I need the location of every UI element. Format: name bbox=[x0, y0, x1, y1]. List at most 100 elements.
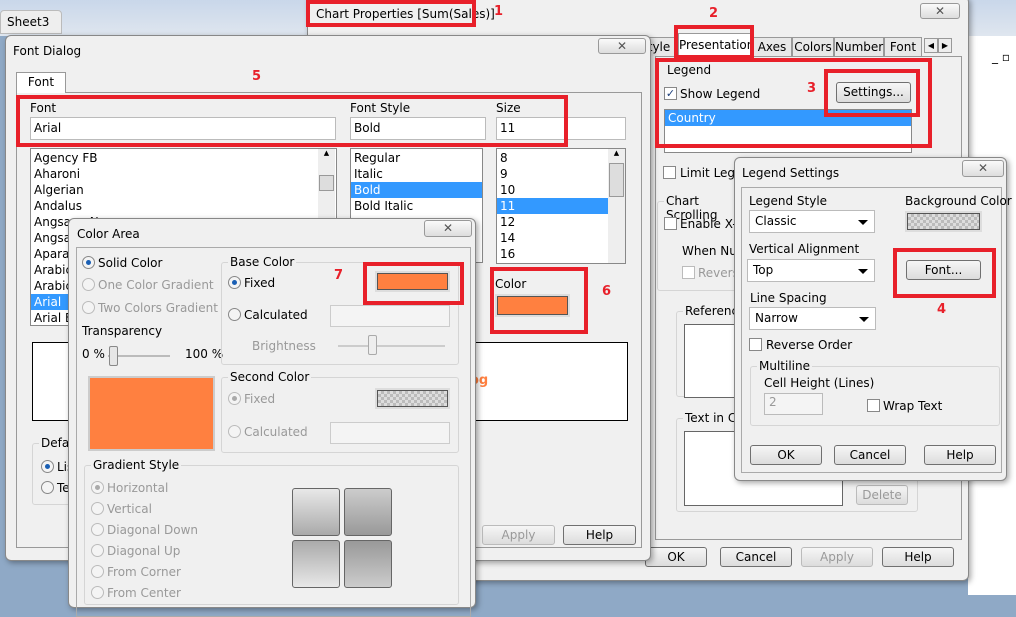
gradient-radio[interactable] bbox=[91, 481, 104, 494]
gradient-variant-swatch[interactable] bbox=[292, 540, 340, 588]
background-color-swatch[interactable] bbox=[907, 213, 980, 230]
gradient-radio[interactable] bbox=[91, 586, 104, 599]
help-button[interactable]: Help bbox=[563, 525, 636, 545]
font-size-item[interactable]: 16 bbox=[497, 246, 625, 262]
annotation-box-7 bbox=[363, 262, 464, 305]
size-list-scrollbar[interactable]: ▲ bbox=[608, 149, 625, 263]
font-list-item[interactable]: Agency FB bbox=[31, 150, 336, 166]
close-button[interactable]: ✕ bbox=[962, 160, 1004, 177]
reference-list[interactable] bbox=[684, 324, 736, 398]
limit-legend-checkbox[interactable] bbox=[663, 166, 676, 179]
font-size-item[interactable]: 12 bbox=[497, 214, 625, 230]
font-size-list[interactable]: 8 9 10 11 12 14 16 bbox=[496, 148, 626, 264]
font-size-item[interactable]: 9 bbox=[497, 166, 625, 182]
solid-color-label: Solid Color bbox=[98, 256, 163, 270]
color-preview bbox=[88, 376, 215, 451]
annotation-number: 2 bbox=[709, 6, 719, 21]
ok-button[interactable]: OK bbox=[750, 445, 822, 465]
base-fixed-radio[interactable] bbox=[228, 276, 241, 289]
gradient-radio[interactable] bbox=[91, 523, 104, 536]
ok-button[interactable]: OK bbox=[645, 547, 707, 567]
base-calculated-radio[interactable] bbox=[228, 308, 241, 321]
second-calculated-radio[interactable] bbox=[228, 425, 241, 438]
font-list-item[interactable]: Andalus bbox=[31, 198, 336, 214]
font-style-item[interactable]: Regular bbox=[351, 150, 482, 166]
brightness-slider-thumb[interactable] bbox=[368, 335, 377, 355]
annotation-number: 4 bbox=[937, 302, 947, 317]
wrap-text-checkbox[interactable] bbox=[867, 399, 880, 412]
solid-color-radio[interactable] bbox=[82, 256, 95, 269]
enable-x-axis-checkbox[interactable] bbox=[664, 217, 677, 230]
cancel-button[interactable]: Cancel bbox=[720, 547, 792, 567]
reverse-order-checkbox[interactable] bbox=[749, 338, 762, 351]
base-calculated-input[interactable] bbox=[330, 305, 450, 327]
legend-settings-title: Legend Settings bbox=[742, 166, 840, 180]
gradient-variant-swatch[interactable] bbox=[292, 488, 340, 536]
tab-scroll-right-icon[interactable]: ▶ bbox=[938, 38, 952, 53]
font-size-item[interactable]: 10 bbox=[497, 182, 625, 198]
one-color-gradient-radio[interactable] bbox=[82, 278, 95, 291]
help-button[interactable]: Help bbox=[882, 547, 954, 567]
font-style-item[interactable]: Bold Italic bbox=[351, 198, 482, 214]
annotation-box-6 bbox=[490, 267, 588, 334]
tab-axes[interactable]: Axes bbox=[752, 37, 792, 56]
brightness-label: Brightness bbox=[252, 339, 316, 353]
sheet-tab[interactable]: Sheet3 bbox=[0, 10, 62, 34]
annotation-box-5 bbox=[16, 95, 568, 147]
annotation-number: 5 bbox=[252, 69, 262, 84]
apply-button[interactable]: Apply bbox=[801, 547, 873, 567]
cell-height-spinner[interactable]: 2 bbox=[764, 393, 823, 415]
annotation-box-3-settings bbox=[824, 69, 920, 117]
tab-colors[interactable]: Colors bbox=[792, 37, 834, 56]
font-size-item[interactable]: 14 bbox=[497, 230, 625, 246]
font-style-item[interactable]: Italic bbox=[351, 166, 482, 182]
gradient-label: Vertical bbox=[107, 502, 152, 516]
tab-scroll-left-icon[interactable]: ◀ bbox=[924, 38, 938, 53]
text-radio[interactable] bbox=[41, 481, 54, 494]
brightness-slider[interactable] bbox=[338, 345, 445, 347]
font-list-item[interactable]: Aharoni bbox=[31, 166, 336, 182]
close-button[interactable]: ✕ bbox=[598, 38, 646, 54]
gradient-radio[interactable] bbox=[91, 544, 104, 557]
font-style-item[interactable]: Bold bbox=[351, 182, 482, 198]
help-button[interactable]: Help bbox=[924, 445, 996, 465]
window-controls-icon[interactable]: _ ▫ bbox=[992, 50, 1010, 64]
gradient-label: From Corner bbox=[107, 565, 181, 579]
transparency-label: Transparency bbox=[82, 324, 163, 338]
transparency-max: 100 % bbox=[185, 347, 224, 361]
two-colors-gradient-radio[interactable] bbox=[82, 301, 95, 314]
font-size-item[interactable]: 8 bbox=[497, 150, 625, 166]
tab-number[interactable]: Number bbox=[834, 37, 884, 56]
two-colors-gradient-label: Two Colors Gradient bbox=[98, 301, 218, 315]
font-dialog-title: Font Dialog bbox=[13, 44, 82, 58]
gradient-radio[interactable] bbox=[91, 502, 104, 515]
annotation-number: 3 bbox=[807, 81, 817, 96]
gradient-radio[interactable] bbox=[91, 565, 104, 578]
gradient-label: From Center bbox=[107, 586, 181, 600]
legend-style-select[interactable]: Classic bbox=[749, 210, 875, 233]
font-size-item[interactable]: 11 bbox=[497, 198, 625, 214]
second-fixed-radio[interactable] bbox=[228, 392, 241, 405]
second-color-swatch[interactable] bbox=[377, 390, 448, 407]
transparency-slider-thumb[interactable] bbox=[109, 346, 118, 366]
gradient-variant-swatch[interactable] bbox=[344, 488, 392, 536]
transparency-min: 0 % bbox=[82, 347, 105, 361]
gradient-label: Horizontal bbox=[107, 481, 169, 495]
delete-button[interactable]: Delete bbox=[856, 485, 908, 505]
base-fixed-label: Fixed bbox=[244, 276, 276, 290]
second-calculated-label: Calculated bbox=[244, 425, 308, 439]
line-spacing-select[interactable]: Narrow bbox=[749, 307, 876, 330]
gradient-variant-swatch[interactable] bbox=[344, 540, 392, 588]
tab-font[interactable]: Font bbox=[16, 72, 66, 93]
list-radio[interactable] bbox=[41, 460, 54, 473]
close-button[interactable]: ✕ bbox=[920, 3, 960, 19]
font-list-item[interactable]: Algerian bbox=[31, 182, 336, 198]
apply-button[interactable]: Apply bbox=[482, 525, 555, 545]
tab-font[interactable]: Font bbox=[884, 37, 922, 56]
close-button[interactable]: ✕ bbox=[424, 220, 472, 237]
cancel-button[interactable]: Cancel bbox=[834, 445, 906, 465]
cell-height-label: Cell Height (Lines) bbox=[764, 376, 875, 390]
reverse-checkbox[interactable] bbox=[682, 266, 695, 279]
vertical-alignment-select[interactable]: Top bbox=[747, 259, 875, 282]
second-calculated-input[interactable] bbox=[330, 422, 450, 444]
